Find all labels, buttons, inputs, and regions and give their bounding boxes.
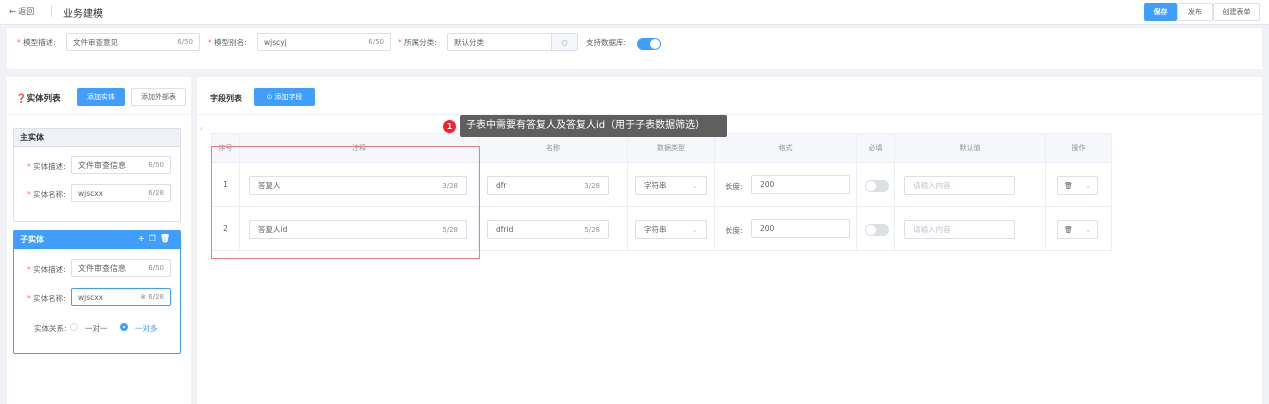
top-header: ← 返回 业务建模 保存 发布 创建表单 (0, 0, 1269, 25)
add-entity-button[interactable]: 添加实体 (77, 88, 125, 106)
field-list-title: 字段列表 (210, 94, 242, 103)
category-input[interactable]: 默认分类 ○ (447, 33, 578, 51)
default-value-input[interactable]: 请输入内容 (904, 220, 1015, 239)
child-entity-desc-input[interactable]: 文件审查信息 6/50 (71, 259, 171, 277)
create-form-button[interactable]: 创建表单 (1213, 3, 1260, 21)
db-toggle[interactable] (637, 38, 661, 50)
main-entity-header: 主实体 (14, 129, 180, 147)
operation-dropdown[interactable]: 🗑 ⌄ (1057, 220, 1098, 239)
operation-dropdown[interactable]: 🗑 ⌄ (1057, 176, 1098, 195)
default-value-input[interactable]: 请输入内容 (904, 176, 1015, 195)
back-label: 返回 (18, 7, 35, 16)
delete-icon[interactable]: 🗑 (160, 234, 174, 243)
annotation-badge: 1 (443, 120, 456, 133)
add-icon[interactable]: + (138, 234, 149, 243)
type-select[interactable]: 字符串 ⌄ (635, 176, 707, 195)
publish-button[interactable]: 发布 (1177, 3, 1213, 21)
delete-icon: 🗑 (1064, 181, 1073, 190)
category-label: 所属分类: (404, 38, 437, 47)
name-input[interactable]: dfrid 5/28 (487, 220, 609, 239)
chevron-down-icon: ⌄ (1085, 181, 1091, 190)
chevron-down-icon: ⌄ (1085, 225, 1091, 234)
alias-label: 模型别名: (214, 38, 247, 47)
add-field-button[interactable]: ⊙ 添加字段 (254, 88, 315, 106)
annotation-tooltip: 子表中需要有答复人及答复人id（用于子表数据筛选） (460, 115, 727, 137)
radio-one-to-one[interactable] (70, 323, 78, 331)
delete-icon: 🗑 (1064, 225, 1073, 234)
chevron-down-icon: ⌄ (691, 181, 698, 190)
child-entity-name-input[interactable]: wjscxx ⊗ 6/28 (71, 288, 171, 306)
length-input[interactable]: 200 (751, 175, 850, 194)
divider (51, 5, 52, 17)
entity-list-title: ❓实体列表 (16, 94, 61, 104)
entity-panel: ❓实体列表 添加实体 添加外部表 主实体 * 实体描述: 文件审查信息 6/50 … (7, 77, 191, 404)
copy-icon[interactable]: ❐ (149, 234, 160, 243)
chevron-down-icon: ⌄ (691, 225, 698, 234)
db-label: 支持数据库: (586, 38, 627, 47)
model-alias-input[interactable]: wjscyj 6/50 (257, 33, 391, 51)
main-entity-desc-input[interactable]: 文件审查信息 6/50 (71, 156, 171, 174)
search-icon[interactable]: ○ (551, 34, 577, 50)
model-form: * 模型描述: 文件审查意见 6/50 * 模型别名: wjscyj 6/50 * … (7, 28, 1262, 69)
required-toggle[interactable] (865, 224, 889, 236)
main-entity-card: 主实体 * 实体描述: 文件审查信息 6/50 * 实体名称: wjscxx 6/2… (13, 128, 181, 222)
annotation-highlight-box (211, 146, 480, 259)
desc-label: 模型描述: (23, 38, 56, 47)
main-entity-name-input[interactable]: wjscxx 6/28 (71, 184, 171, 202)
back-link[interactable]: ← 返回 (9, 6, 34, 17)
length-input[interactable]: 200 (751, 219, 850, 238)
collapse-icon[interactable]: ‹ (200, 124, 203, 133)
type-select[interactable]: 字符串 ⌄ (635, 220, 707, 239)
model-desc-input[interactable]: 文件审查意见 6/50 (66, 33, 200, 51)
required-toggle[interactable] (865, 180, 889, 192)
save-button[interactable]: 保存 (1144, 3, 1177, 21)
add-external-table-button[interactable]: 添加外部表 (131, 88, 186, 106)
child-entity-header: 子实体 +❐🗑 (14, 231, 180, 249)
child-entity-card: 子实体 +❐🗑 * 实体描述: 文件审查信息 6/50 * 实体名称: wjscxx… (13, 230, 181, 354)
page-title: 业务建模 (63, 9, 103, 20)
radio-one-to-many[interactable] (120, 323, 128, 331)
name-input[interactable]: dfr 3/28 (487, 176, 609, 195)
